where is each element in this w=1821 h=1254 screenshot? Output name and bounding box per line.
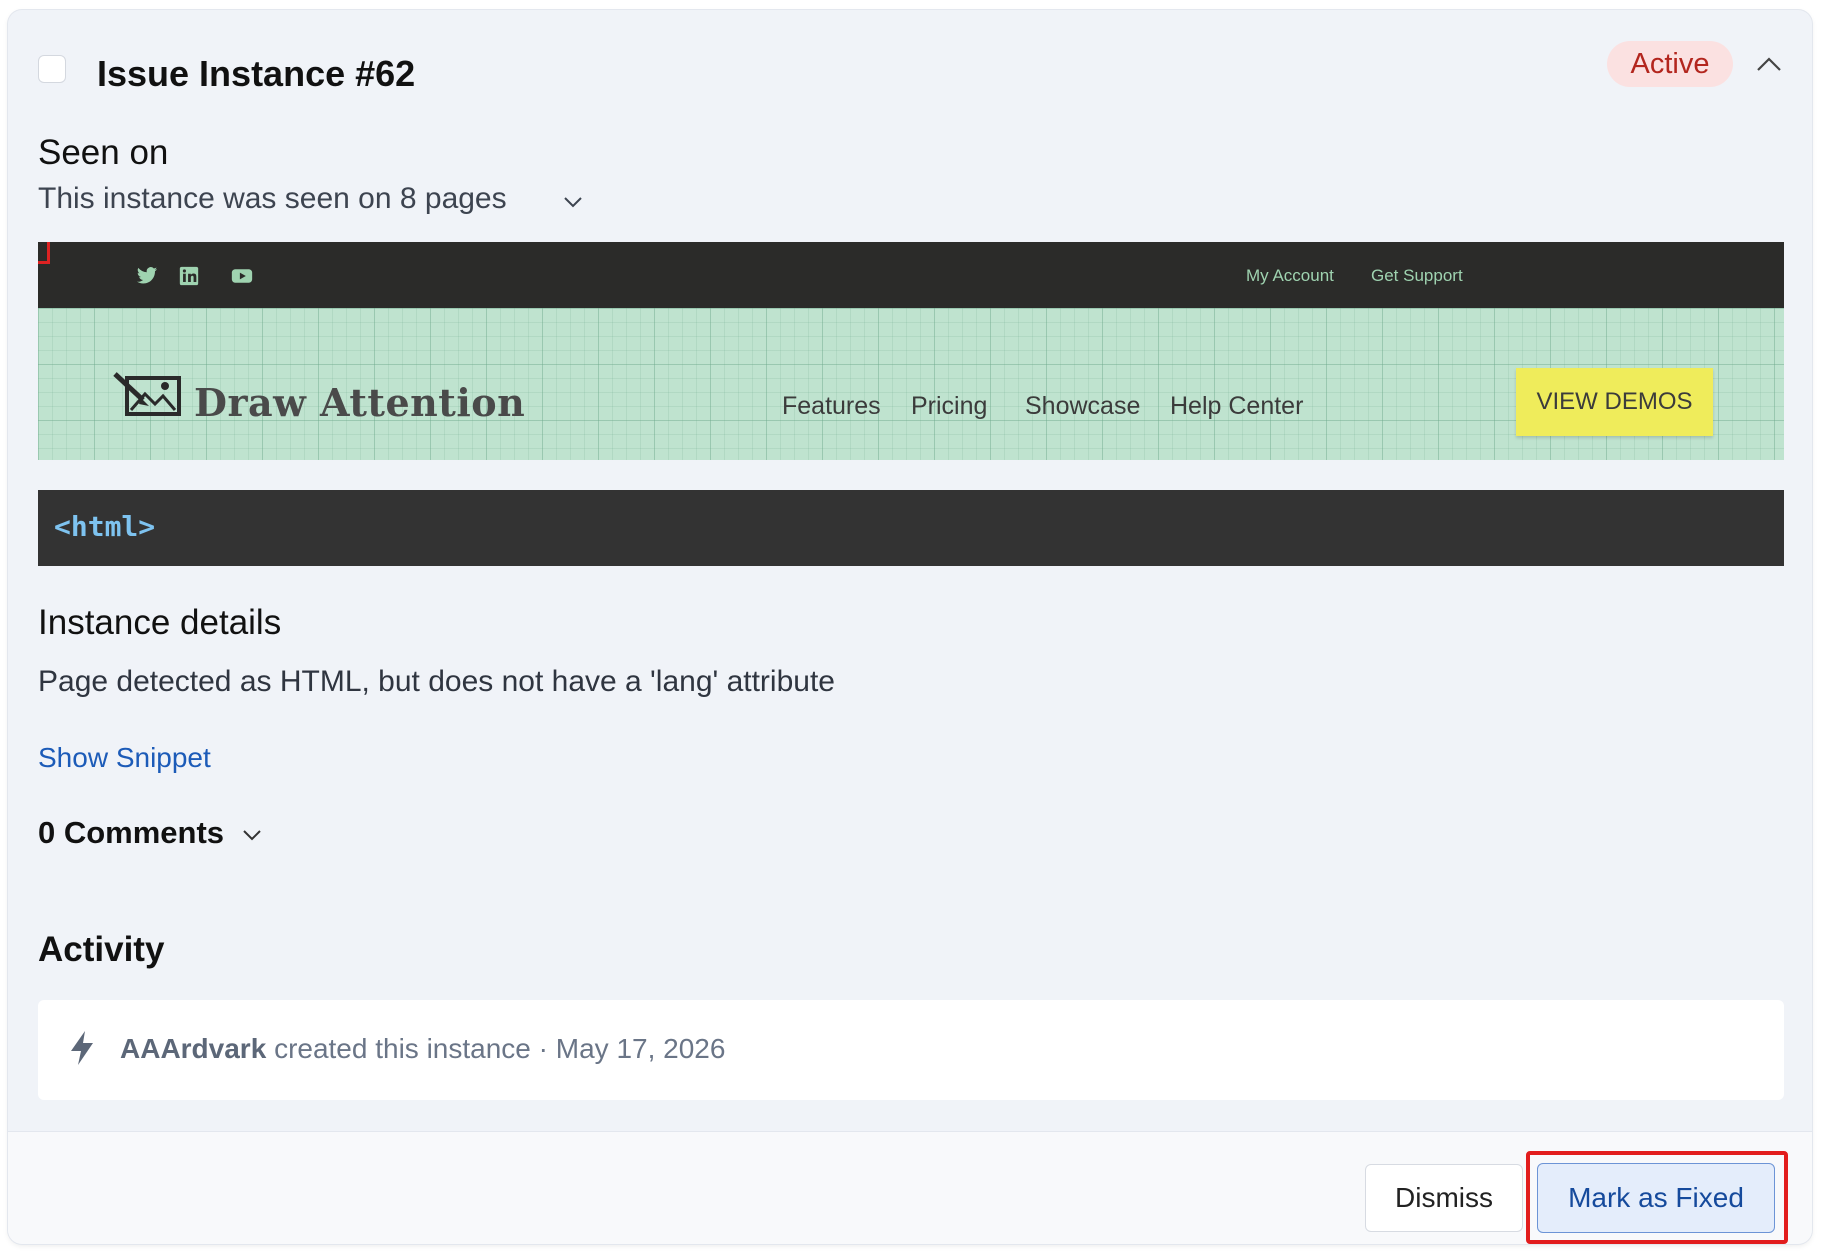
view-demos-button: VIEW DEMOS <box>1516 368 1713 436</box>
activity-user: AAArdvark <box>120 1033 267 1064</box>
nav-item-help-center: Help Center <box>1170 392 1304 420</box>
nav-item-showcase: Showcase <box>1025 392 1141 420</box>
instance-details-heading: Instance details <box>38 603 282 642</box>
instance-details-description: Page detected as HTML, but does not have… <box>38 665 835 698</box>
code-element: <html> <box>54 510 156 543</box>
activity-separator: · <box>538 1033 548 1064</box>
dismiss-button[interactable]: Dismiss <box>1365 1164 1523 1232</box>
seen-on-summary[interactable]: This instance was seen on 8 pages <box>38 182 507 216</box>
linkedin-icon <box>179 266 199 286</box>
nav-item-features: Features <box>782 392 881 420</box>
get-support-link: Get Support <box>1371 266 1463 285</box>
show-snippet-link[interactable]: Show Snippet <box>38 742 211 774</box>
issue-title: Issue Instance #62 <box>97 53 416 94</box>
lightning-bolt-icon <box>71 1031 93 1065</box>
status-badge: Active <box>1607 41 1733 87</box>
activity-entry: AAArdvark created this instance · May 17… <box>38 1000 1784 1100</box>
preview-nav-bar: Draw Attention Features Pricing Showcase… <box>38 308 1784 460</box>
chevron-down-icon[interactable] <box>561 190 585 214</box>
activity-date: May 17, 2026 <box>555 1033 726 1064</box>
chevron-up-icon[interactable] <box>1754 50 1784 80</box>
activity-heading: Activity <box>38 930 165 969</box>
activity-action: created this instance <box>274 1033 531 1064</box>
card-footer: Dismiss Mark as Fixed <box>8 1131 1812 1244</box>
youtube-icon <box>231 269 253 283</box>
preview-top-bar: My Account Get Support <box>38 242 1784 308</box>
my-account-link: My Account <box>1246 266 1334 285</box>
element-highlight-marker <box>38 242 50 264</box>
logo-text: Draw Attention <box>194 380 526 425</box>
nav-item-pricing: Pricing <box>911 392 988 420</box>
page-screenshot-preview: My Account Get Support Draw Attention Fe… <box>38 242 1784 460</box>
mark-as-fixed-button[interactable]: Mark as Fixed <box>1537 1163 1775 1233</box>
logo-icon <box>113 372 181 416</box>
comments-toggle[interactable]: 0 Comments <box>38 815 224 851</box>
issue-instance-card: Issue Instance #62 Active Seen on This i… <box>8 10 1812 1244</box>
activity-text: AAArdvark created this instance · May 17… <box>120 1033 725 1065</box>
twitter-icon <box>136 267 158 284</box>
code-element-bar: <html> <box>38 490 1784 566</box>
select-checkbox[interactable] <box>38 55 66 83</box>
chevron-down-icon[interactable] <box>240 823 264 847</box>
seen-on-heading: Seen on <box>38 133 169 172</box>
